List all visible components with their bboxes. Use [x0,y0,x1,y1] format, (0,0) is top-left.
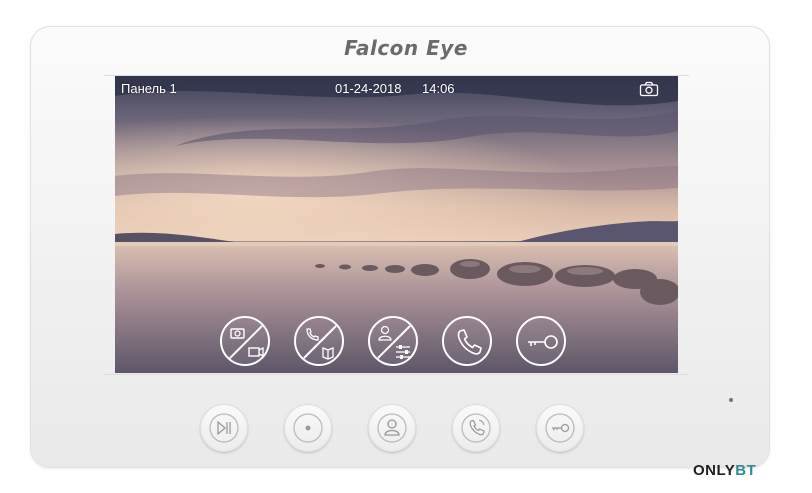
phone-icon [457,329,482,355]
time-display: 14:06 [422,81,455,96]
call-book-crossed-icon [303,325,337,360]
record-icon [293,413,323,443]
brand-logo: Falcon Eye [344,36,468,60]
user-icon [377,413,407,443]
key-icon [545,413,575,443]
phone-icon [461,413,491,443]
camera-icon[interactable] [639,81,659,102]
date-display: 01-24-2018 [335,81,402,96]
answer-call-button[interactable] [442,316,492,366]
monitor-button[interactable] [284,404,332,452]
watermark-prefix: ONLY [693,462,736,479]
photo-video-disabled-button[interactable] [220,316,270,366]
status-led [729,398,733,402]
contacts-button[interactable] [368,404,416,452]
video-screen: Панель 1 01-24-2018 14:06 [115,76,678,373]
play-pause-button[interactable] [200,404,248,452]
unlock-button[interactable] [536,404,584,452]
user-settings-disabled-button[interactable] [368,316,418,366]
watermark-suffix: BT [735,462,757,479]
key-icon [528,335,558,349]
watermark: ONLYBT [693,462,756,479]
screen-bottom-bezel-line [104,374,689,375]
play-pause-icon [209,413,239,443]
unlock-door-button[interactable] [516,316,566,366]
camera-video-crossed-icon [229,325,264,359]
talk-button[interactable] [452,404,500,452]
user-sliders-crossed-icon [377,325,411,359]
panel-label: Панель 1 [121,81,177,96]
call-log-disabled-button[interactable] [294,316,344,366]
